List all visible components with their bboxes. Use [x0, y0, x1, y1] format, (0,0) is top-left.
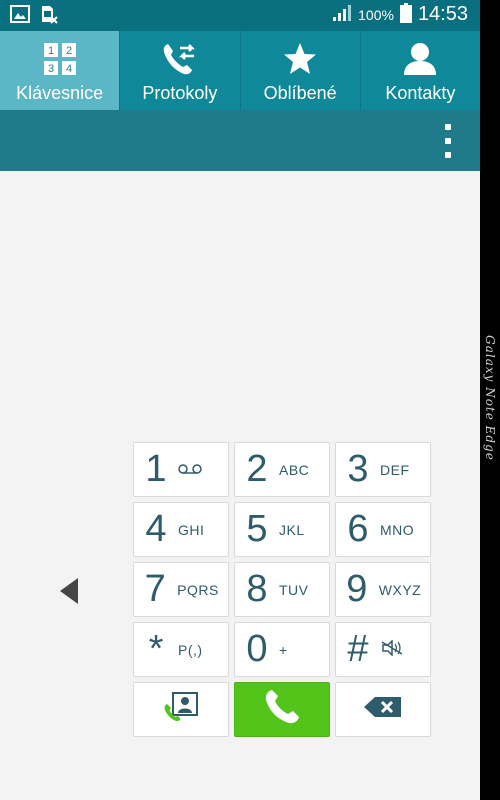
dialpad-icon-digit: 1 [48, 45, 54, 57]
tab-label: Kontakty [385, 83, 456, 103]
key-digit: 6 [347, 508, 369, 550]
dialpad-icon-digit: 2 [66, 45, 72, 57]
key-letters: DEF [380, 461, 410, 478]
key-3[interactable]: 3 DEF [335, 442, 431, 497]
phone-call-icon [263, 688, 301, 731]
key-digit: 5 [246, 508, 268, 550]
call-log-icon [162, 41, 198, 77]
battery-icon [399, 3, 412, 26]
key-hash[interactable]: # [335, 622, 431, 677]
key-6[interactable]: 6 MNO [335, 502, 431, 557]
voicemail-icon [178, 462, 218, 478]
key-digit: 0 [246, 628, 268, 670]
collapse-arrow-icon[interactable] [60, 578, 78, 604]
key-digit: 8 [246, 568, 268, 610]
backspace-button[interactable] [335, 682, 431, 737]
action-bar [0, 110, 480, 171]
key-digit: 2 [246, 448, 268, 490]
device-label: Galaxy Note Edge [483, 335, 497, 461]
key-digit: 1 [145, 448, 167, 490]
key-7[interactable]: 7 PQRS [133, 562, 229, 617]
tab-contacts[interactable]: Kontakty [361, 31, 480, 110]
battery-level: 100% [358, 6, 394, 23]
key-digit: 3 [347, 448, 369, 490]
backspace-icon [363, 696, 403, 723]
number-display[interactable] [0, 171, 480, 431]
key-1[interactable]: 1 [133, 442, 229, 497]
key-letters: + [279, 641, 288, 658]
key-digit: * [148, 628, 164, 670]
dialpad-icon-digit: 4 [66, 63, 72, 75]
add-contact-icon [163, 692, 199, 727]
key-letters: ABC [279, 461, 310, 478]
key-letters: MNO [380, 521, 415, 538]
status-bar: 100% 14:53 [0, 0, 480, 31]
clock: 14:53 [417, 3, 468, 25]
tab-bar: 1 2 3 4 Klávesnice Protokoly Oblíbené Ko… [0, 31, 480, 110]
key-letters: GHI [178, 521, 205, 538]
dialpad-icon-digit: 3 [48, 63, 54, 75]
key-9[interactable]: 9 WXYZ [335, 562, 431, 617]
key-2[interactable]: 2 ABC [234, 442, 330, 497]
key-letters: JKL [279, 521, 305, 538]
dialpad-grid-icon: 1 2 3 4 [43, 41, 77, 77]
key-5[interactable]: 5 JKL [234, 502, 330, 557]
tab-label: Protokoly [142, 83, 218, 103]
key-letters: WXYZ [378, 581, 422, 598]
key-letters: TUV [279, 581, 309, 598]
key-0[interactable]: 0 + [234, 622, 330, 677]
gallery-icon [10, 5, 30, 30]
tab-label: Oblíbené [263, 83, 337, 103]
mute-icon [380, 639, 420, 659]
key-digit: 7 [144, 568, 166, 610]
tab-keypad[interactable]: 1 2 3 4 Klávesnice [0, 31, 121, 110]
person-icon [403, 41, 437, 77]
key-digit: 4 [145, 508, 167, 550]
add-contact-button[interactable] [133, 682, 229, 737]
key-star[interactable]: * P(,) [133, 622, 229, 677]
sim-off-icon [40, 5, 58, 30]
key-digit: 9 [346, 568, 368, 610]
star-icon [283, 41, 317, 77]
signal-icon [332, 4, 352, 25]
key-letters: PQRS [177, 581, 219, 598]
tab-logs[interactable]: Protokoly [120, 31, 241, 110]
key-letters: P(,) [178, 641, 203, 658]
key-digit: # [347, 628, 369, 670]
dialpad: 1 2 ABC 3 DEF 4 GHI 5 JKL 6 MNO 7 PQRS 8… [133, 442, 433, 737]
tab-favorites[interactable]: Oblíbené [241, 31, 361, 110]
phone-screen: 100% 14:53 1 2 3 4 Klávesnice Protokoly … [0, 0, 480, 800]
call-button[interactable] [234, 682, 330, 737]
overflow-menu-icon[interactable] [442, 124, 454, 158]
key-8[interactable]: 8 TUV [234, 562, 330, 617]
key-4[interactable]: 4 GHI [133, 502, 229, 557]
tab-label: Klávesnice [16, 83, 104, 103]
